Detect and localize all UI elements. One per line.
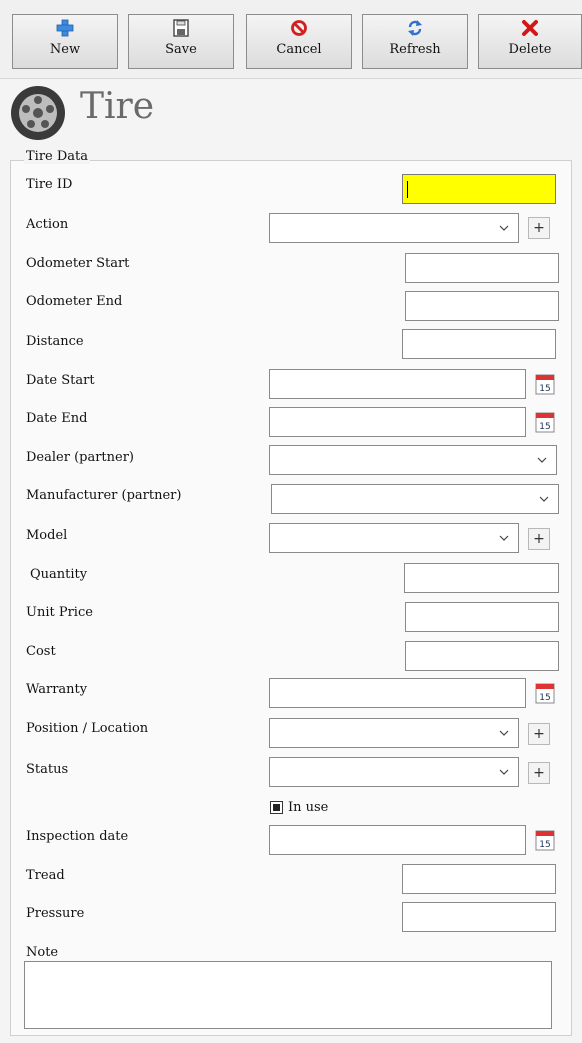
calendar-icon[interactable]: 15 xyxy=(535,829,555,851)
text-caret xyxy=(407,181,408,198)
dealer-select[interactable] xyxy=(269,445,557,475)
chevron-down-icon xyxy=(499,225,509,231)
cancel-label: Cancel xyxy=(276,42,322,57)
chevron-down-icon xyxy=(499,535,509,541)
warranty-input[interactable] xyxy=(269,678,526,708)
dealer-label: Dealer (partner) xyxy=(26,450,134,465)
new-label: New xyxy=(49,42,81,57)
date-end-input[interactable] xyxy=(269,407,526,437)
tread-label: Tread xyxy=(26,868,65,883)
cancel-button[interactable]: Cancel xyxy=(246,14,352,69)
delete-button[interactable]: Delete xyxy=(478,14,582,69)
svg-text:15: 15 xyxy=(539,384,550,394)
date-start-input[interactable] xyxy=(269,369,526,399)
odometer-start-input[interactable] xyxy=(405,253,559,283)
tire-id-label: Tire ID xyxy=(26,177,73,192)
calendar-icon[interactable]: 15 xyxy=(535,411,555,433)
warranty-label: Warranty xyxy=(26,682,88,697)
position-select[interactable] xyxy=(269,718,519,748)
distance-input[interactable] xyxy=(402,329,556,359)
status-select[interactable] xyxy=(269,757,519,787)
svg-text:15: 15 xyxy=(539,422,550,432)
note-label: Note xyxy=(26,945,59,960)
manufacturer-label: Manufacturer (partner) xyxy=(26,488,182,503)
cancel-icon xyxy=(291,20,307,36)
quantity-label: Quantity xyxy=(30,567,88,582)
refresh-button[interactable]: Refresh xyxy=(362,14,468,69)
checkbox-mark xyxy=(273,804,280,811)
save-label: Save xyxy=(165,42,197,57)
chevron-down-icon xyxy=(539,496,549,502)
unit-price-input[interactable] xyxy=(405,602,559,632)
unit-price-label: Unit Price xyxy=(26,605,93,620)
model-label: Model xyxy=(26,528,68,543)
chevron-down-icon xyxy=(499,730,509,736)
refresh-label: Refresh xyxy=(389,42,441,57)
note-textarea[interactable] xyxy=(24,961,552,1029)
tread-input[interactable] xyxy=(402,864,556,894)
pressure-label: Pressure xyxy=(26,906,85,921)
toolbar: New Save Cancel Refresh Delete xyxy=(0,0,582,79)
distance-label: Distance xyxy=(26,334,84,349)
delete-icon xyxy=(522,20,538,36)
add-position-button[interactable]: + xyxy=(528,723,550,745)
plus-icon xyxy=(56,19,74,37)
chevron-down-icon xyxy=(537,457,547,463)
add-action-button[interactable]: + xyxy=(528,217,550,239)
page-title: Tire xyxy=(80,86,155,127)
action-label: Action xyxy=(26,217,69,232)
svg-text:15: 15 xyxy=(539,693,550,703)
floppy-disk-icon xyxy=(173,19,189,37)
in-use-label: In use xyxy=(288,800,329,815)
add-status-button[interactable]: + xyxy=(528,762,550,784)
refresh-icon xyxy=(408,20,422,36)
tire-icon xyxy=(11,86,65,140)
calendar-icon[interactable]: 15 xyxy=(535,682,555,704)
date-end-label: Date End xyxy=(26,411,88,426)
calendar-icon[interactable]: 15 xyxy=(535,373,555,395)
new-button[interactable]: New xyxy=(12,14,118,69)
odometer-start-label: Odometer Start xyxy=(26,256,130,271)
inspection-date-input[interactable] xyxy=(269,825,526,855)
manufacturer-select[interactable] xyxy=(271,484,559,514)
delete-label: Delete xyxy=(508,42,552,57)
pressure-input[interactable] xyxy=(402,902,556,932)
cost-label: Cost xyxy=(26,644,56,659)
tire-id-input[interactable] xyxy=(402,174,556,204)
date-start-label: Date Start xyxy=(26,373,95,388)
position-label: Position / Location xyxy=(26,721,149,736)
chevron-down-icon xyxy=(499,769,509,775)
action-select[interactable] xyxy=(269,213,519,243)
cost-input[interactable] xyxy=(405,641,559,671)
quantity-input[interactable] xyxy=(404,563,559,593)
add-model-button[interactable]: + xyxy=(528,528,550,550)
inspection-date-label: Inspection date xyxy=(26,829,129,844)
in-use-checkbox[interactable] xyxy=(270,801,283,814)
odometer-end-label: Odometer End xyxy=(26,294,123,309)
odometer-end-input[interactable] xyxy=(405,291,559,321)
svg-text:15: 15 xyxy=(539,840,550,850)
status-label: Status xyxy=(26,762,69,777)
model-select[interactable] xyxy=(269,523,519,553)
save-button[interactable]: Save xyxy=(128,14,234,69)
group-legend: Tire Data xyxy=(24,149,91,164)
